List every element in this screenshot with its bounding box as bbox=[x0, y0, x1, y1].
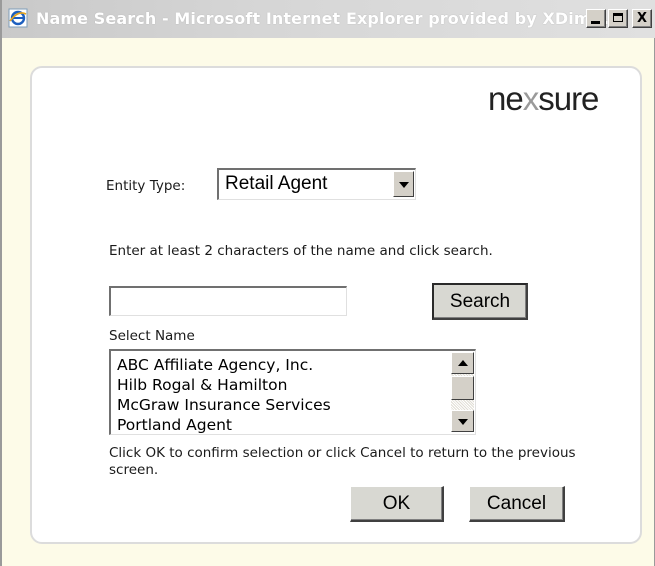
listbox-scrollbar[interactable] bbox=[451, 352, 474, 432]
name-list: ABC Affiliate Agency, Inc. Hilb Rogal & … bbox=[117, 355, 331, 434]
arrow-up-icon bbox=[458, 360, 468, 366]
arrow-down-icon bbox=[458, 419, 468, 425]
nexsure-logo: nexsure bbox=[488, 80, 599, 118]
dropdown-button[interactable] bbox=[393, 171, 414, 197]
search-button[interactable]: Search bbox=[432, 283, 528, 320]
minimize-button[interactable] bbox=[586, 9, 606, 28]
scroll-down-button[interactable] bbox=[451, 410, 474, 432]
list-item[interactable]: Hilb Rogal & Hamilton bbox=[117, 375, 331, 395]
ie-icon bbox=[8, 8, 28, 28]
entity-type-value: Retail Agent bbox=[225, 173, 328, 194]
entity-type-label: Entity Type: bbox=[106, 178, 186, 194]
confirm-instruction: Click OK to confirm selection or click C… bbox=[109, 445, 576, 478]
name-search-input[interactable] bbox=[109, 286, 347, 316]
name-listbox[interactable]: ABC Affiliate Agency, Inc. Hilb Rogal & … bbox=[109, 349, 476, 435]
search-instruction: Enter at least 2 characters of the name … bbox=[109, 243, 493, 259]
scroll-up-button[interactable] bbox=[451, 352, 474, 374]
list-item[interactable]: ABC Affiliate Agency, Inc. bbox=[117, 355, 331, 375]
select-name-label: Select Name bbox=[109, 328, 195, 344]
chevron-down-icon bbox=[399, 182, 409, 188]
list-item[interactable]: Portland Agent bbox=[117, 415, 331, 434]
window-title: Name Search - Microsoft Internet Explore… bbox=[36, 9, 610, 28]
ok-button[interactable]: OK bbox=[350, 486, 444, 522]
maximize-icon bbox=[613, 13, 623, 22]
close-button[interactable]: X bbox=[632, 9, 652, 28]
maximize-button[interactable] bbox=[608, 9, 628, 28]
list-item[interactable]: McGraw Insurance Services bbox=[117, 395, 331, 415]
logo-prefix: ne bbox=[488, 80, 524, 117]
minimize-icon bbox=[591, 21, 600, 24]
logo-suffix: sure bbox=[538, 80, 599, 117]
scroll-thumb[interactable] bbox=[451, 376, 474, 400]
title-bar[interactable]: Name Search - Microsoft Internet Explore… bbox=[2, 0, 655, 38]
entity-type-select[interactable]: Retail Agent bbox=[217, 168, 416, 200]
browser-window: Name Search - Microsoft Internet Explore… bbox=[0, 0, 655, 566]
cancel-button[interactable]: Cancel bbox=[469, 486, 565, 522]
logo-x: x bbox=[522, 80, 539, 117]
close-icon: X bbox=[636, 11, 648, 26]
